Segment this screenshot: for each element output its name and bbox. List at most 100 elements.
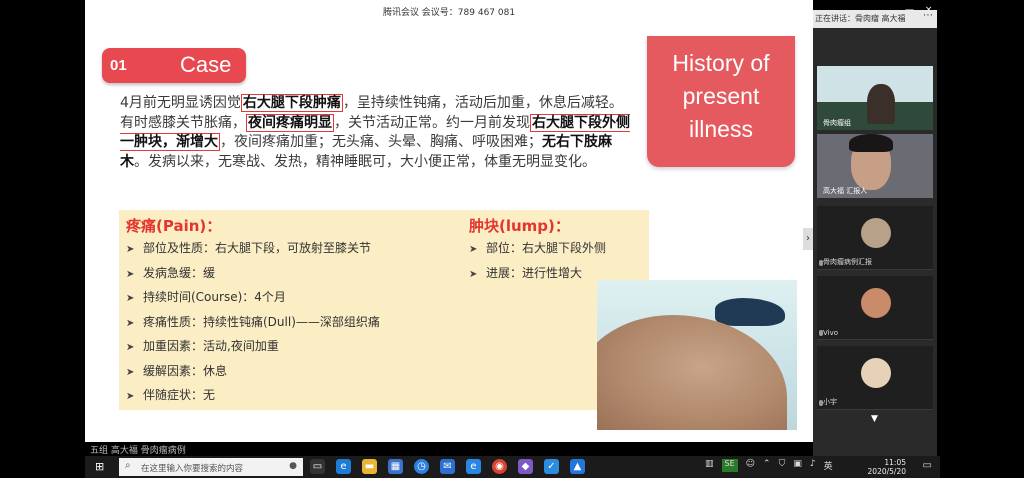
bullet-arrow-icon: ➤	[126, 391, 135, 402]
screen: 腾讯会议 会议号：789 467 081 — × 01 Case History…	[0, 0, 1024, 478]
app-icon-check[interactable]: ✓	[544, 459, 559, 474]
bullet-arrow-icon: ➤	[126, 342, 135, 353]
symptom-panel: 疼痛(Pain)： ➤ 部位及性质：右大腿下段，可放射至膝关节 ➤ 发病急缓：缓 ➤…	[119, 210, 649, 410]
tray-up-icon[interactable]: ⌃	[763, 459, 771, 472]
history-text: 4月前无明显诱因觉	[120, 95, 241, 111]
list-item: ➤ 部位及性质：右大腿下段，可放射至膝关节	[126, 236, 380, 261]
list-item: ➤ 伴随症状：无	[126, 383, 380, 408]
participant-name: 高大福 汇报人	[823, 187, 868, 195]
participant-tile[interactable]: 小宇	[817, 346, 933, 410]
left-margin	[0, 0, 85, 456]
pain-heading: 疼痛(Pain)：	[126, 217, 222, 235]
tray-badge[interactable]: SE	[721, 459, 738, 472]
pain-item-text: 伴随症状：无	[143, 388, 216, 402]
pain-item-text: 缓解因素：休息	[143, 363, 228, 378]
participant-name: 骨肉瘤组	[823, 119, 851, 127]
pain-item-text: 疼痛性质：持续性钝痛(Dull)——深部组织痛	[143, 314, 380, 329]
participant-video-1[interactable]: 骨肉瘤组	[817, 66, 933, 130]
chrome-icon[interactable]: ◉	[492, 459, 507, 474]
microphone-icon[interactable]: ●	[289, 461, 297, 471]
slide-footer-text: 五组 高大福 骨肉瘤病例	[90, 446, 186, 456]
tray-people-icon[interactable]: ☺	[746, 459, 755, 472]
pain-item-text: 加重因素：活动,夜间加重	[143, 339, 279, 353]
video-hair	[849, 134, 893, 152]
lump-list: ➤ 部位：右大腿下段外侧 ➤ 进展：进行性增大	[469, 236, 606, 285]
bullet-arrow-icon: ➤	[126, 244, 135, 255]
search-icon: ⌕	[125, 460, 131, 471]
network-icon[interactable]: ▣	[793, 459, 802, 472]
taskbar: ⊞ ⌕ 在这里输入你要搜索的内容 ● ▭ e ▬ ▦ ◷ ✉ e ◉ ◆ ✓ ▲…	[85, 456, 940, 478]
meeting-id-label: 腾讯会议 会议号：789 467 081	[382, 8, 516, 18]
meeting-top-bar: 腾讯会议 会议号：789 467 081	[85, 0, 813, 22]
participant-sidebar: 正在讲话：骨肉瘤 高大福 ⋯ 骨肉瘤组 高大福 汇报人 骨肉瘤病例汇报 Vivo…	[813, 10, 937, 456]
shield-icon[interactable]: ⛉	[779, 459, 786, 472]
search-placeholder: 在这里输入你要搜索的内容	[141, 464, 244, 474]
more-icon[interactable]: ⋯	[923, 10, 933, 21]
volume-icon[interactable]: ♪	[810, 459, 816, 472]
case-title: Case	[180, 52, 232, 77]
participant-name: 骨肉瘤病例汇报	[823, 258, 872, 266]
meeting-app-icon[interactable]: ▲	[570, 459, 585, 474]
participant-name: Vivo	[823, 329, 839, 337]
clock-app-icon[interactable]: ◷	[414, 459, 429, 474]
taskbar-search[interactable]: ⌕ 在这里输入你要搜索的内容 ●	[119, 458, 303, 476]
lump-heading: 肿块(lump)：	[469, 217, 570, 235]
bullet-arrow-icon: ➤	[126, 268, 135, 280]
clock-time: 11:05	[884, 458, 906, 467]
list-item: ➤ 发病急缓：缓	[126, 261, 380, 286]
history-paragraph: 4月前无明显诱因觉 右大腿下段肿痛 ，呈持续性钝痛，活动后加重，休息后减轻。有时感膝…	[120, 94, 635, 172]
clock-date: 2020/5/20	[867, 467, 906, 476]
mail-icon[interactable]: ✉	[440, 459, 455, 474]
bullet-arrow-icon: ➤	[126, 366, 135, 378]
bullet-arrow-icon: ➤	[469, 268, 478, 280]
lump-item-text: 部位：右大腿下段外侧	[486, 241, 607, 255]
avatar	[861, 288, 891, 318]
avatar	[861, 218, 891, 248]
ie-icon[interactable]: e	[466, 459, 481, 474]
edge-icon[interactable]: e	[336, 459, 351, 474]
hpi-line-2: present	[682, 83, 760, 109]
speaker-label: 正在讲话：骨肉瘤 高大福	[815, 14, 906, 23]
right-margin	[937, 0, 1024, 478]
store-icon[interactable]: ▦	[388, 459, 403, 474]
bullet-arrow-icon: ➤	[469, 244, 478, 255]
system-tray: ▥ SE ☺ ⌃ ⛉ ▣ ♪ 英	[705, 459, 833, 472]
pain-item-text: 持续时间(Course)：4个月	[143, 290, 286, 304]
list-item: ➤ 加重因素：活动,夜间加重	[126, 334, 380, 359]
taskbar-clock[interactable]: 11:05 2020/5/20	[868, 458, 906, 476]
app-icon-purple[interactable]: ◆	[518, 459, 533, 474]
bullet-arrow-icon: ➤	[126, 293, 135, 304]
history-text: 。发病以来，无寒战、发热，精神睡眠可，大小便正常，体重无明显变化。	[134, 153, 596, 170]
list-item: ➤ 持续时间(Course)：4个月	[126, 285, 380, 310]
history-highlight: 夜间疼痛明显	[246, 113, 334, 132]
sidebar-toggle-icon[interactable]: ›	[803, 228, 813, 250]
participant-tile[interactable]: Vivo	[817, 276, 933, 340]
pain-list: ➤ 部位及性质：右大腿下段，可放射至膝关节 ➤ 发病急缓：缓 ➤ 持续时间(Cours…	[126, 236, 380, 408]
slide-footer: 五组 高大福 骨肉瘤病例	[85, 442, 813, 456]
participant-name: 小宇	[823, 398, 837, 406]
participant-video-2[interactable]: 高大福 汇报人	[817, 134, 933, 198]
windows-start-icon[interactable]: ⊞	[95, 461, 107, 473]
hpi-line-3: illness	[689, 116, 753, 142]
clinical-photo	[597, 280, 797, 430]
pain-item-text: 发病急缓：缓	[143, 265, 216, 280]
task-view-icon[interactable]: ▭	[310, 459, 325, 474]
case-number: 01	[110, 57, 127, 74]
history-highlight: 右大腿下段肿痛	[240, 94, 343, 112]
list-item: ➤ 缓解因素：休息	[126, 359, 380, 384]
notification-icon[interactable]: ▭	[923, 460, 932, 471]
taskbar-apps: ▭ e ▬ ▦ ◷ ✉ e ◉ ◆ ✓ ▲	[310, 459, 585, 475]
lump-item-text: 进展：进行性增大	[486, 265, 583, 280]
participant-tile[interactable]: 骨肉瘤病例汇报	[817, 206, 933, 270]
avatar	[861, 358, 891, 388]
bullet-arrow-icon: ➤	[126, 317, 135, 329]
scroll-down-icon[interactable]: ▼	[871, 414, 878, 424]
folder-icon[interactable]: ▬	[362, 459, 377, 474]
pain-item-text: 部位及性质：右大腿下段，可放射至膝关节	[143, 241, 372, 255]
case-badge: 01 Case	[102, 48, 246, 83]
history-text: ，夜间疼痛加重；无头痛、头晕、胸痛、呼吸困难；	[220, 134, 542, 150]
ime-icon[interactable]: 英	[824, 459, 833, 472]
list-item: ➤ 疼痛性质：持续性钝痛(Dull)——深部组织痛	[126, 310, 380, 335]
video-person	[867, 84, 895, 124]
tray-grid-icon[interactable]: ▥	[705, 459, 714, 472]
